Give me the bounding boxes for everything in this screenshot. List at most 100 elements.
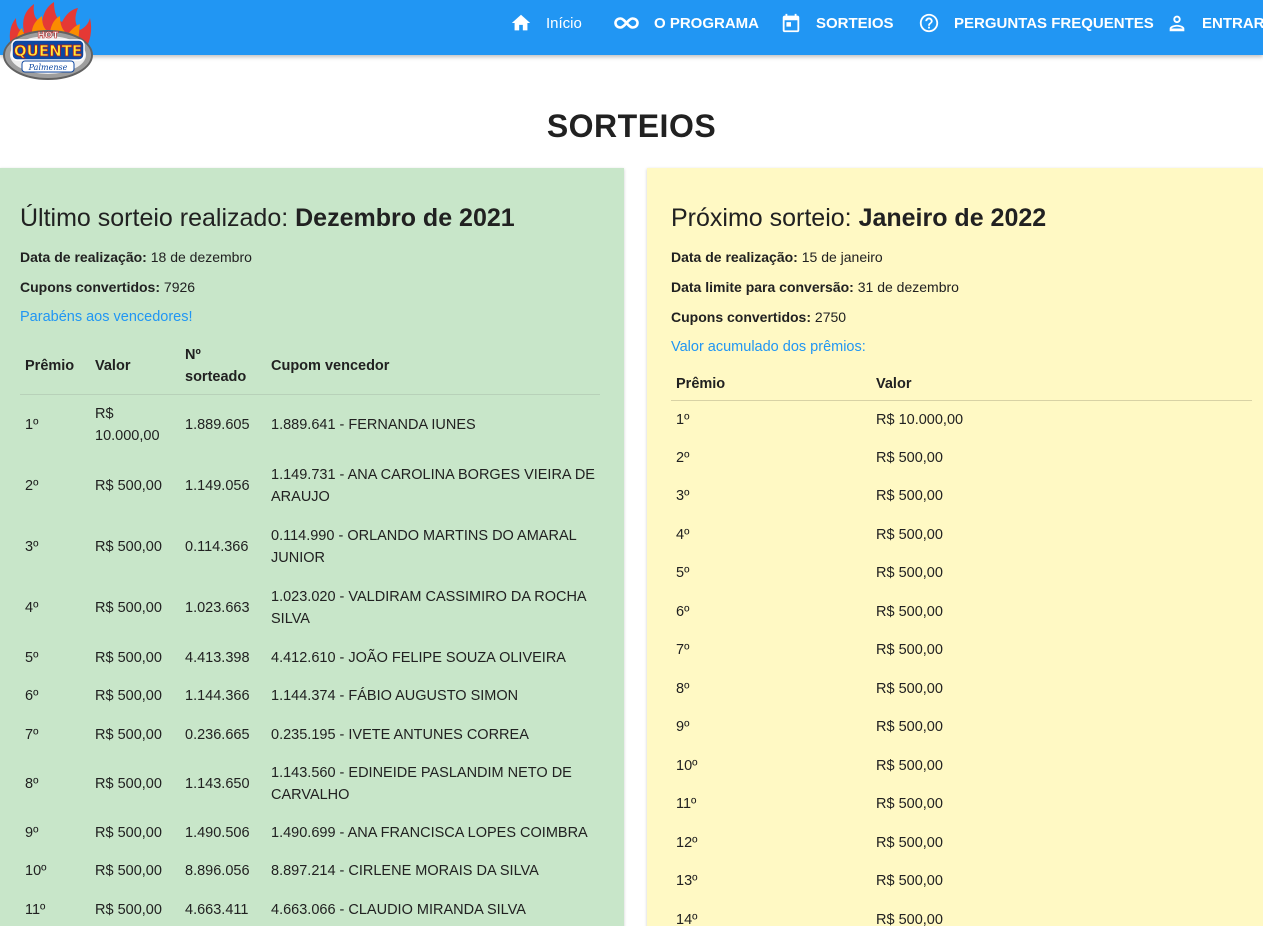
column-header-cupom-vencedor: Cupom vencedor <box>271 357 390 374</box>
cell-value: R$ 500,00 <box>876 526 943 543</box>
cell-value: R$ 500,00 <box>95 599 162 616</box>
cell-value: R$ 500,00 <box>876 680 943 697</box>
column-header-valor: Valor <box>95 357 131 374</box>
cell-number: 1.144.366 <box>185 688 250 704</box>
nav-entrar[interactable]: ENTRAR <box>1166 0 1263 46</box>
next-draw-panel: Próximo sorteio: Janeiro de 2022 Data de… <box>647 168 1263 926</box>
cell-coupon: 1.490.699 - ANA FRANCISCA LOPES COIMBRA <box>271 824 588 841</box>
table-header-row: Prêmio Valor <box>671 368 1252 400</box>
cell-number: 8.896.056 <box>185 863 250 879</box>
nav-o-programa[interactable]: O PROGRAMA <box>614 0 759 46</box>
table-row: 4º R$ 500,00 1.023.663 1.023.020 - VALDI… <box>20 577 600 638</box>
cell-prize: 12º <box>676 834 698 851</box>
nav-inicio[interactable]: Início <box>510 0 582 46</box>
cell-value: R$ 500,00 <box>95 649 162 666</box>
svg-text:HOT: HOT <box>37 31 59 41</box>
cell-prize: 3º <box>25 538 39 555</box>
home-icon <box>510 12 532 34</box>
cell-number: 0.236.665 <box>185 726 250 743</box>
next-draw-date: Data de realização: 15 de janeiro <box>671 249 883 265</box>
cell-prize: 10º <box>676 757 698 774</box>
top-app-bar: HOT QUENTE Palmense Início O PROGRAMA SO… <box>0 0 1263 80</box>
cell-value: R$ 500,00 <box>876 834 943 851</box>
column-header-premio: Prêmio <box>25 357 75 374</box>
cell-prize: 11º <box>25 901 46 918</box>
svg-text:Palmense: Palmense <box>28 63 68 72</box>
cell-value: R$ 500,00 <box>876 796 943 813</box>
cell-prize: 4º <box>25 599 39 616</box>
cell-value: R$ 500,00 <box>95 901 162 918</box>
cell-prize: 6º <box>25 688 39 704</box>
cell-value: R$ 500,00 <box>876 642 943 659</box>
next-draw-prizes-table: Prêmio Valor 1º R$ 10.000,00 2º R$ 500,00 … <box>671 368 1252 926</box>
cell-prize: 4º <box>676 526 690 543</box>
cell-prize: 5º <box>25 649 39 666</box>
table-row: 10º R$ 500,00 8.896.056 8.897.214 - CIRL… <box>20 852 600 890</box>
table-row: 5º R$ 500,00 4.413.398 4.412.610 - JOÃO … <box>20 638 600 677</box>
nav-entrar-label: ENTRAR <box>1202 14 1263 32</box>
cell-coupon: 1.889.641 - FERNANDA IUNES <box>271 416 476 433</box>
table-header-row: Prêmio Valor Nº sorteado Cupom vencedor <box>20 338 600 394</box>
table-row: 2º R$ 500,00 <box>671 439 1252 478</box>
cell-number: 0.114.366 <box>185 538 249 555</box>
table-row: 10º R$ 500,00 <box>671 747 1252 786</box>
cell-prize: 6º <box>676 603 690 620</box>
table-row: 1º R$ 10.000,00 1.889.605 1.889.641 - FE… <box>20 394 600 455</box>
cell-value: R$ 10.000,00 <box>876 411 964 428</box>
hot-quente-logo[interactable]: HOT QUENTE Palmense <box>2 0 94 86</box>
cell-value: R$ 500,00 <box>876 449 943 466</box>
table-row: 9º R$ 500,00 <box>671 708 1252 747</box>
column-header-valor: Valor <box>876 375 912 392</box>
cell-value: R$ 500,00 <box>876 565 943 582</box>
cell-prize: 10º <box>25 863 47 879</box>
table-row: 11º R$ 500,00 <box>671 785 1252 824</box>
cell-prize: 3º <box>676 488 690 505</box>
svg-text:QUENTE: QUENTE <box>14 42 82 60</box>
cell-prize: 9º <box>25 824 39 841</box>
cell-coupon: 4.412.610 - JOÃO FELIPE SOUZA OLIVEIRA <box>271 649 566 666</box>
table-row: 6º R$ 500,00 <box>671 593 1252 632</box>
cell-coupon: 1.149.731 - ANA CAROLINA BORGES VIEIRA D… <box>271 466 595 505</box>
column-header-numero-sorteado: Nº sorteado <box>185 346 247 385</box>
last-draw-heading: Último sorteio realizado: Dezembro de 20… <box>20 204 515 232</box>
next-draw-coupons: Cupons convertidos: 2750 <box>671 309 847 325</box>
accumulated-value-text: Valor acumulado dos prêmios: <box>671 339 866 355</box>
cell-value: R$ 10.000,00 <box>95 405 160 444</box>
table-row: 3º R$ 500,00 0.114.366 0.114.990 - ORLAN… <box>20 516 600 577</box>
table-row: 9º R$ 500,00 1.490.506 1.490.699 - ANA F… <box>20 813 600 852</box>
cell-value: R$ 500,00 <box>876 757 943 774</box>
table-row: 2º R$ 500,00 1.149.056 1.149.731 - ANA C… <box>20 455 600 516</box>
table-row: 5º R$ 500,00 <box>671 554 1252 593</box>
cell-value: R$ 500,00 <box>95 775 162 792</box>
cell-prize: 11º <box>676 796 697 813</box>
calendar-icon <box>780 12 802 34</box>
person-icon <box>1166 12 1188 34</box>
cell-value: R$ 500,00 <box>876 603 943 620</box>
cell-number: 1.143.650 <box>185 775 250 792</box>
cell-number: 4.413.398 <box>185 649 250 666</box>
cell-coupon: 4.663.066 - CLAUDIO MIRANDA SILVA <box>271 901 526 918</box>
cell-coupon: 8.897.214 - CIRLENE MORAIS DA SILVA <box>271 863 539 879</box>
table-row: 13º R$ 500,00 <box>671 862 1252 901</box>
cell-value: R$ 500,00 <box>876 873 943 890</box>
cell-prize: 7º <box>25 726 39 743</box>
cell-prize: 13º <box>676 873 698 890</box>
last-draw-coupons: Cupons convertidos: 7926 <box>20 279 196 295</box>
cell-prize: 1º <box>676 411 690 428</box>
cell-value: R$ 500,00 <box>876 488 943 505</box>
cell-value: R$ 500,00 <box>95 824 162 841</box>
nav-perguntas-frequentes[interactable]: PERGUNTAS FREQUENTES <box>918 0 1154 46</box>
cell-prize: 9º <box>676 719 690 736</box>
nav-sorteios[interactable]: SORTEIOS <box>780 0 894 46</box>
cell-value: R$ 500,00 <box>95 538 162 555</box>
cell-prize: 7º <box>676 642 690 659</box>
cell-coupon: 1.143.560 - EDINEIDE PASLANDIM NETO DE C… <box>271 764 572 803</box>
cell-number: 1.023.663 <box>185 599 250 616</box>
cell-coupon: 1.144.374 - FÁBIO AUGUSTO SIMON <box>271 688 519 704</box>
nav-perguntas-frequentes-label: PERGUNTAS FREQUENTES <box>954 14 1154 32</box>
cell-number: 1.889.605 <box>185 416 250 433</box>
table-row: 6º R$ 500,00 1.144.366 1.144.374 - FÁBIO… <box>20 677 600 715</box>
next-draw-deadline: Data limite para conversão: 31 de dezemb… <box>671 279 959 295</box>
infinity-icon <box>614 12 640 34</box>
nav-o-programa-label: O PROGRAMA <box>654 14 759 32</box>
